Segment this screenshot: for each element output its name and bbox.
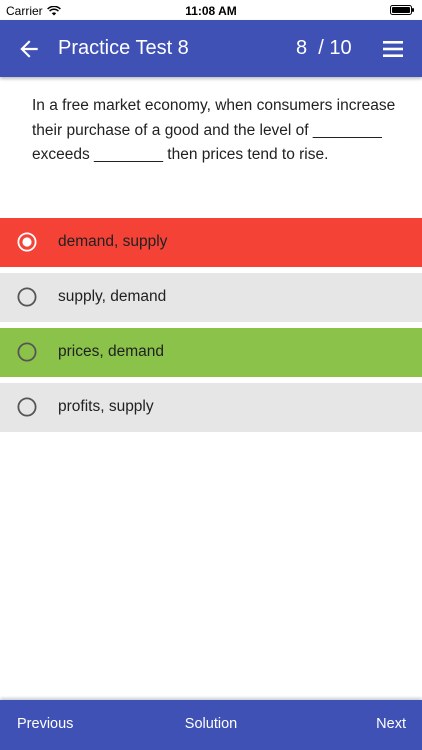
radio-selected-icon[interactable] xyxy=(17,232,37,252)
option-4[interactable]: profits, supply xyxy=(0,383,422,432)
clock: 11:08 AM xyxy=(185,4,237,18)
radio-unselected-icon[interactable] xyxy=(17,287,37,307)
next-button[interactable]: Next xyxy=(376,716,406,732)
radio-unselected-icon[interactable] xyxy=(17,342,37,362)
option-2[interactable]: supply, demand xyxy=(0,273,422,322)
option-3[interactable]: prices, demand xyxy=(0,328,422,377)
back-arrow-icon[interactable] xyxy=(16,36,42,62)
option-label: supply, demand xyxy=(58,288,167,305)
status-bar: Carrier 11:08 AM xyxy=(0,0,422,20)
option-label: prices, demand xyxy=(58,343,164,360)
option-label: demand, supply xyxy=(58,233,168,250)
question-counter: 8 / 10 xyxy=(296,37,352,59)
option-1[interactable]: demand, supply xyxy=(0,218,422,267)
question-text: In a free market economy, when consumers… xyxy=(32,97,396,163)
battery-icon xyxy=(390,5,414,15)
page-title: Practice Test 8 xyxy=(58,37,189,59)
app-bar: Practice Test 8 8 / 10 xyxy=(0,20,422,77)
option-label: profits, supply xyxy=(58,398,154,415)
bottom-nav-bar: Previous Solution Next xyxy=(0,700,422,750)
solution-button[interactable]: Solution xyxy=(0,716,422,732)
menu-icon[interactable] xyxy=(382,38,404,60)
radio-unselected-icon[interactable] xyxy=(17,397,37,417)
